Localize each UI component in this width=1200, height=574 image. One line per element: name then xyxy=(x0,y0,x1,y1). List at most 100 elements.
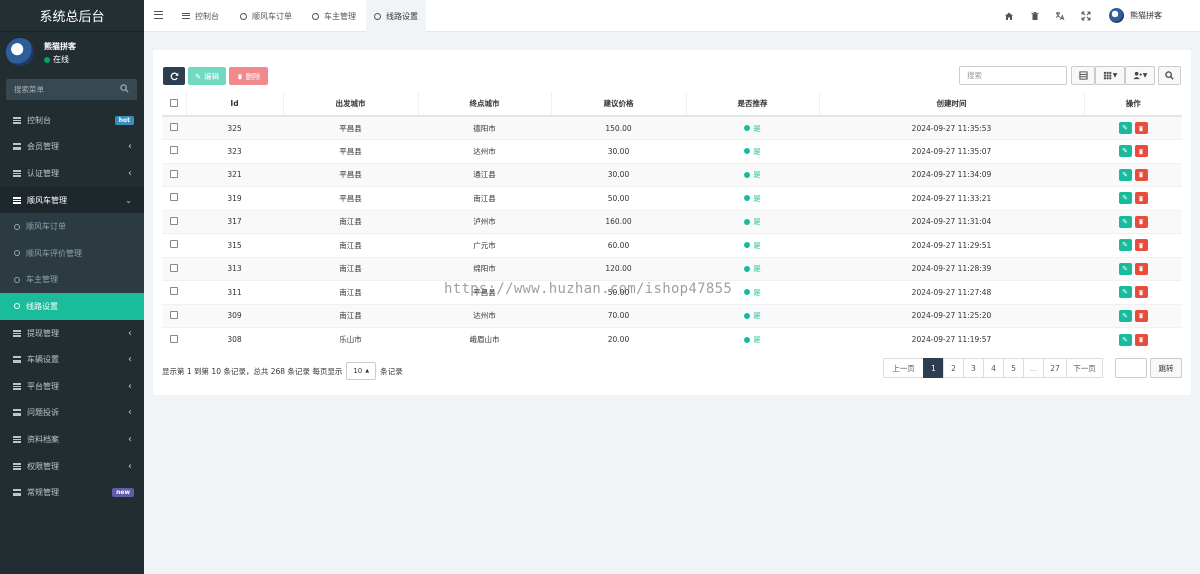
trash-icon[interactable] xyxy=(1030,11,1040,21)
sidebar-item-general[interactable]: 常规管理 new xyxy=(0,479,144,506)
edit-button[interactable]: ✎ 编辑 xyxy=(188,67,226,85)
row-select[interactable] xyxy=(162,139,186,163)
toggle-view-button[interactable] xyxy=(1071,66,1095,85)
delete-button[interactable]: 删除 xyxy=(229,67,268,85)
search-icon[interactable] xyxy=(120,84,129,93)
sidebar-item-verification[interactable]: 认证管理 ‹ xyxy=(0,160,144,187)
tab-dashboard[interactable]: 控制台 xyxy=(174,0,227,32)
table-row[interactable]: 325 平昌县 德阳市 150.00 是 2024-09-27 11:35:53 ✎ xyxy=(162,115,1182,140)
checkbox[interactable] xyxy=(170,240,178,249)
cell-recommend[interactable]: 是 xyxy=(686,186,819,210)
recommend-status[interactable]: 是 xyxy=(744,287,761,298)
topbar-user[interactable]: 熊猫拼客 xyxy=(1109,8,1162,23)
row-select[interactable] xyxy=(162,209,186,234)
sidebar-search-input[interactable]: 搜索菜单 xyxy=(6,79,137,100)
recommend-status[interactable]: 是 xyxy=(744,240,761,251)
sidebar-item-members[interactable]: 会员管理 ‹ xyxy=(0,134,144,161)
page-button[interactable]: 5 xyxy=(1003,358,1024,378)
tab-routes[interactable]: 线路设置 xyxy=(366,0,426,32)
row-edit-button[interactable]: ✎ xyxy=(1118,145,1132,158)
row-edit-button[interactable]: ✎ xyxy=(1118,309,1132,322)
page-button[interactable]: 4 xyxy=(983,358,1004,378)
cell-recommend[interactable]: 是 xyxy=(686,303,819,328)
next-page-button[interactable]: 下一页 xyxy=(1066,358,1103,378)
row-select[interactable] xyxy=(162,115,186,140)
table-row[interactable]: 317 南江县 泸州市 160.00 是 2024-09-27 11:31:04 ✎ xyxy=(162,209,1182,234)
page-jump-button[interactable]: 跳转 xyxy=(1150,358,1182,378)
table-row[interactable]: 309 南江县 达州市 70.00 是 2024-09-27 11:25:20 ✎ xyxy=(162,303,1182,328)
cell-recommend[interactable]: 是 xyxy=(686,256,819,281)
export-button[interactable]: ▼ xyxy=(1125,66,1155,85)
advanced-search-button[interactable] xyxy=(1158,66,1181,85)
row-delete-button[interactable] xyxy=(1134,333,1148,346)
tab-drivers[interactable]: 车主管理 xyxy=(304,0,364,32)
header-select-all[interactable] xyxy=(162,92,186,117)
sidebar-subitem-reviews[interactable]: 顺风车评价管理 xyxy=(0,240,144,267)
fullscreen-icon[interactable] xyxy=(1081,11,1091,21)
checkbox[interactable] xyxy=(170,193,178,202)
cell-recommend[interactable]: 是 xyxy=(686,327,819,351)
page-button[interactable]: 1 xyxy=(923,358,944,378)
table-row[interactable]: 308 乐山市 峨眉山市 20.00 是 2024-09-27 11:19:57 ✎ xyxy=(162,327,1182,351)
table-row[interactable]: 319 平昌县 南江县 50.00 是 2024-09-27 11:33:21 ✎ xyxy=(162,186,1182,210)
table-row[interactable]: 323 平昌县 达州市 30.00 是 2024-09-27 11:35:07 ✎ xyxy=(162,139,1182,163)
recommend-status[interactable]: 是 xyxy=(744,334,761,345)
row-edit-button[interactable]: ✎ xyxy=(1118,262,1132,275)
row-delete-button[interactable] xyxy=(1134,192,1148,205)
row-delete-button[interactable] xyxy=(1134,239,1148,252)
row-select[interactable] xyxy=(162,162,186,187)
sidebar-subitem-orders[interactable]: 顺风车订单 xyxy=(0,213,144,240)
table-row[interactable]: 313 南江县 绵阳市 120.00 是 2024-09-27 11:28:39 ✎ xyxy=(162,256,1182,281)
recommend-status[interactable]: 是 xyxy=(744,123,761,134)
row-edit-button[interactable]: ✎ xyxy=(1118,286,1132,299)
column-header[interactable]: Id xyxy=(185,92,283,117)
sidebar-item-permissions[interactable]: 权限管理 ‹ xyxy=(0,453,144,480)
row-delete-button[interactable] xyxy=(1134,145,1148,158)
cell-recommend[interactable]: 是 xyxy=(686,233,819,257)
checkbox[interactable] xyxy=(170,334,178,343)
page-size-select[interactable]: 10 ▲ xyxy=(346,362,377,380)
column-header[interactable]: 建议价格 xyxy=(550,92,686,117)
checkbox[interactable] xyxy=(170,263,178,272)
checkbox[interactable] xyxy=(170,169,178,178)
prev-page-button[interactable]: 上一页 xyxy=(883,358,924,378)
recommend-status[interactable]: 是 xyxy=(744,169,761,180)
sidebar-subitem-routes[interactable]: 线路设置 xyxy=(0,293,144,320)
page-button[interactable]: 2 xyxy=(943,358,964,378)
checkbox[interactable] xyxy=(170,146,178,155)
row-select[interactable] xyxy=(162,233,186,257)
cell-recommend[interactable]: 是 xyxy=(686,139,819,163)
recommend-status[interactable]: 是 xyxy=(744,263,761,274)
page-jump-input[interactable] xyxy=(1115,358,1147,378)
checkbox[interactable] xyxy=(170,216,178,225)
home-icon[interactable] xyxy=(1004,11,1014,21)
table-row[interactable]: 321 平昌县 通江县 30.00 是 2024-09-27 11:34:09 ✎ xyxy=(162,162,1182,187)
sidebar-item-archives[interactable]: 资料档案 ‹ xyxy=(0,426,144,453)
recommend-status[interactable]: 是 xyxy=(744,310,761,321)
sidebar-item-rideshare[interactable]: 顺风车管理 ⌄ xyxy=(0,186,144,214)
row-delete-button[interactable] xyxy=(1134,168,1148,181)
column-header[interactable]: 是否推荐 xyxy=(685,92,819,117)
table-search-input[interactable]: 搜索 xyxy=(959,66,1067,85)
sidebar-item-withdrawals[interactable]: 提现管理 ‹ xyxy=(0,320,144,347)
table-row[interactable]: 315 南江县 广元市 60.00 是 2024-09-27 11:29:51 ✎ xyxy=(162,233,1182,257)
checkbox[interactable] xyxy=(170,287,178,296)
cell-recommend[interactable]: 是 xyxy=(686,115,819,140)
row-select[interactable] xyxy=(162,327,186,351)
column-header[interactable]: 创建时间 xyxy=(818,92,1084,117)
row-edit-button[interactable]: ✎ xyxy=(1118,192,1132,205)
page-button[interactable]: 27 xyxy=(1043,358,1067,378)
tab-orders[interactable]: 顺风车订单 xyxy=(232,0,300,32)
checkbox[interactable] xyxy=(170,123,178,131)
row-edit-button[interactable]: ✎ xyxy=(1118,239,1132,252)
recommend-status[interactable]: 是 xyxy=(744,193,761,204)
row-select[interactable] xyxy=(162,303,186,328)
row-delete-button[interactable] xyxy=(1134,215,1148,228)
sidebar-subitem-drivers[interactable]: 车主管理 xyxy=(0,267,144,294)
row-delete-button[interactable] xyxy=(1134,262,1148,275)
column-header[interactable]: 出发城市 xyxy=(282,92,418,117)
checkbox[interactable] xyxy=(170,310,178,319)
recommend-status[interactable]: 是 xyxy=(744,146,761,157)
sidebar-item-dashboard[interactable]: 控制台 hot xyxy=(0,107,144,134)
language-icon[interactable] xyxy=(1055,11,1065,21)
